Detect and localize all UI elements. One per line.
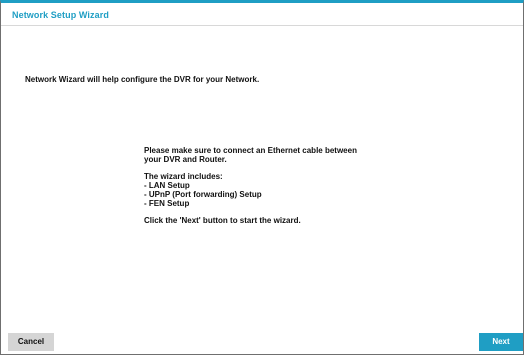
instruction-line: - FEN Setup xyxy=(144,199,190,208)
network-setup-wizard-window: Network Setup Wizard Network Wizard will… xyxy=(0,0,524,355)
intro-text: Network Wizard will help configure the D… xyxy=(25,75,260,84)
window-title: Network Setup Wizard xyxy=(12,10,109,20)
instruction-spacer xyxy=(144,208,404,216)
cancel-button[interactable]: Cancel xyxy=(8,333,54,351)
instruction-spacer xyxy=(144,164,404,172)
instruction-line: Please make sure to connect an Ethernet … xyxy=(144,146,357,155)
header-divider xyxy=(1,25,523,26)
next-button[interactable]: Next xyxy=(479,333,523,351)
instruction-line: - LAN Setup xyxy=(144,181,190,190)
instruction-line: - UPnP (Port forwarding) Setup xyxy=(144,190,262,199)
instructions-block: Please make sure to connect an Ethernet … xyxy=(144,146,404,225)
instruction-line: your DVR and Router. xyxy=(144,155,227,164)
instruction-line: Click the 'Next' button to start the wiz… xyxy=(144,216,301,225)
instruction-line: The wizard includes: xyxy=(144,172,223,181)
